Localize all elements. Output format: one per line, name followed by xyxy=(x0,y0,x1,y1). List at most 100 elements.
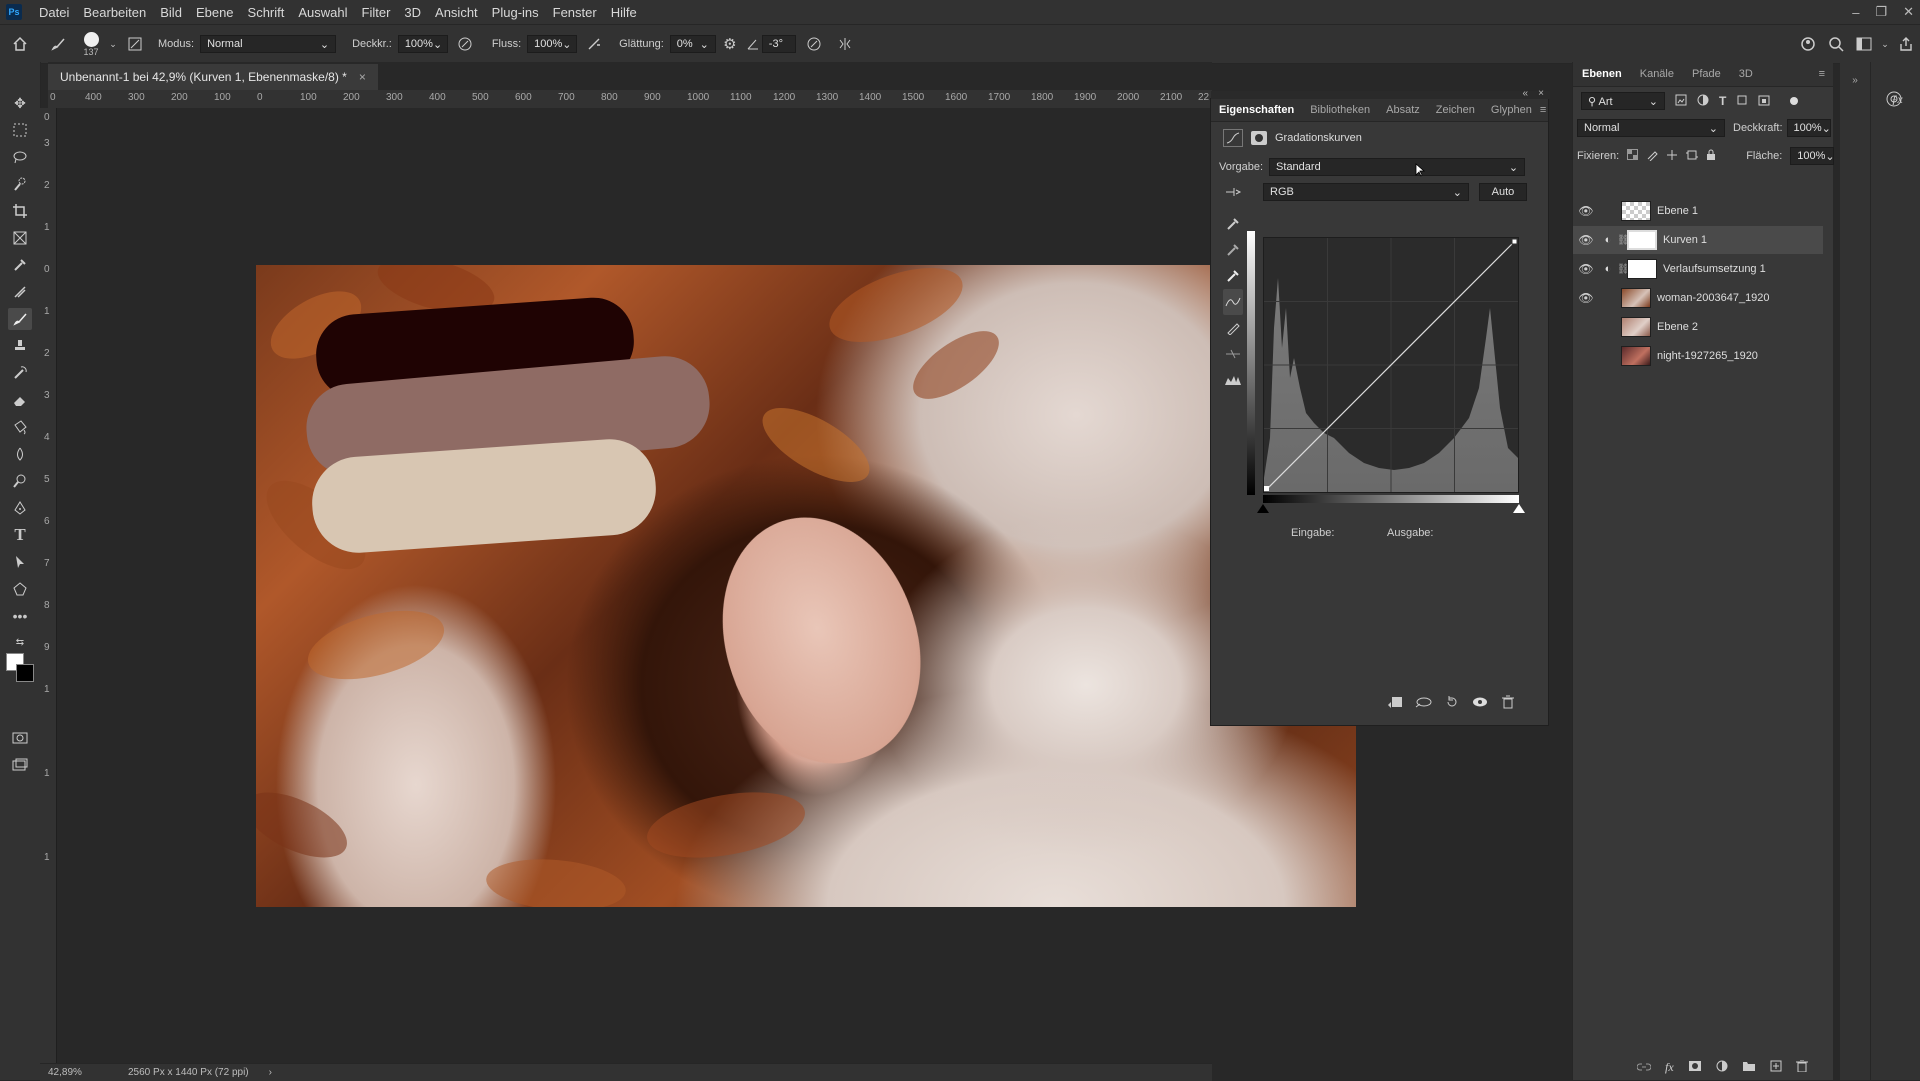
menu-datei[interactable]: Datei xyxy=(32,5,76,20)
channel-dropdown[interactable]: RGB ⌄ xyxy=(1263,183,1469,201)
visibility-toggle-empty[interactable]: · xyxy=(1573,349,1599,363)
type-tool-icon[interactable]: T xyxy=(8,524,32,546)
pressure-size-icon[interactable] xyxy=(796,36,832,52)
blur-tool-icon[interactable] xyxy=(8,443,32,465)
layer-opacity-field[interactable]: 100% ⌄ xyxy=(1786,119,1831,137)
cloud-docs-icon[interactable] xyxy=(1794,36,1822,52)
link-icon[interactable]: ⛓ xyxy=(1617,264,1630,275)
mode-dropdown[interactable]: Normal ⌄ xyxy=(200,35,337,53)
menu-plugins[interactable]: Plug-ins xyxy=(485,5,546,20)
layer-row-selected[interactable]: 👁 ◐ ⛓ Kurven 1 xyxy=(1573,226,1823,254)
menu-bearbeiten[interactable]: Bearbeiten xyxy=(76,5,153,20)
menu-bild[interactable]: Bild xyxy=(153,5,189,20)
layer-filter-dropdown[interactable]: ⚲ Art ⌄ xyxy=(1581,92,1665,110)
curves-graph[interactable] xyxy=(1263,237,1519,493)
lock-pixels-icon[interactable] xyxy=(1646,149,1658,164)
add-mask-icon[interactable] xyxy=(1688,1060,1702,1075)
menu-auswahl[interactable]: Auswahl xyxy=(291,5,354,20)
menu-3d[interactable]: 3D xyxy=(397,5,428,20)
white-point-eyedropper-icon[interactable] xyxy=(1223,263,1243,289)
gear-icon[interactable]: ⚙ xyxy=(716,35,744,53)
menu-ebene[interactable]: Ebene xyxy=(189,5,241,20)
delete-layer-icon[interactable] xyxy=(1795,1059,1808,1075)
black-slider-handle[interactable] xyxy=(1257,504,1269,513)
new-layer-icon[interactable] xyxy=(1770,1060,1782,1075)
pressure-opacity-icon[interactable] xyxy=(448,36,482,52)
menu-fenster[interactable]: Fenster xyxy=(546,5,604,20)
filter-toggle-icon[interactable] xyxy=(1790,97,1799,105)
edit-points-curve-icon[interactable] xyxy=(1223,289,1243,315)
crop-tool-icon[interactable] xyxy=(8,200,32,222)
layer-row[interactable]: · Ebene 2 xyxy=(1573,313,1823,341)
screen-mode-icon[interactable] xyxy=(8,754,32,776)
layer-name[interactable]: Ebene 1 xyxy=(1657,205,1698,217)
eraser-tool-icon[interactable] xyxy=(8,389,32,411)
layer-row[interactable]: 👁 woman-2003647_1920 xyxy=(1573,284,1823,312)
visibility-eye-icon[interactable] xyxy=(1471,695,1489,712)
close-panel-icon[interactable]: × xyxy=(1538,88,1544,99)
status-arrow-icon[interactable]: › xyxy=(269,1067,272,1078)
reset-icon[interactable] xyxy=(1445,695,1459,712)
brush-tool-icon[interactable] xyxy=(8,308,32,330)
zoom-value[interactable]: 42,89% xyxy=(48,1067,108,1078)
filter-pixel-icon[interactable] xyxy=(1675,94,1687,109)
link-layers-icon[interactable] xyxy=(1636,1061,1652,1075)
layer-row[interactable]: 👁 ◐ ⛓ Verlaufsumsetzung 1 xyxy=(1573,255,1823,283)
stamp-tool-icon[interactable] xyxy=(8,335,32,357)
close-window-button[interactable]: ✕ xyxy=(1903,4,1914,20)
collapse-panels-icon[interactable]: » xyxy=(1845,70,1865,90)
lock-transparency-icon[interactable] xyxy=(1627,149,1639,163)
pencil-draw-icon[interactable] xyxy=(1223,315,1243,341)
visibility-eye-icon[interactable]: 👁 xyxy=(1573,233,1599,247)
lock-position-icon[interactable] xyxy=(1666,149,1678,164)
white-slider-handle[interactable] xyxy=(1513,504,1525,513)
trash-icon[interactable] xyxy=(1501,695,1515,712)
airbrush-icon[interactable] xyxy=(577,36,611,52)
path-selection-tool-icon[interactable] xyxy=(8,551,32,573)
layer-name[interactable]: Verlaufsumsetzung 1 xyxy=(1663,263,1766,275)
layer-mask-thumbnail[interactable] xyxy=(1627,259,1657,279)
libraries-fx-icon[interactable]: ƒx xyxy=(1886,88,1908,110)
link-icon[interactable]: ⛓ xyxy=(1617,235,1630,246)
shape-tool-icon[interactable] xyxy=(8,578,32,600)
angle-field[interactable]: -3° xyxy=(761,35,796,53)
symmetry-icon[interactable] xyxy=(832,36,858,52)
pen-tool-icon[interactable] xyxy=(8,497,32,519)
tab-ebenen[interactable]: Ebenen xyxy=(1573,68,1631,80)
tab-3d[interactable]: 3D xyxy=(1730,68,1762,80)
smoothing-field[interactable]: 0% ⌄ xyxy=(669,35,716,53)
chevron-down-icon[interactable]: ⌄ xyxy=(106,39,120,50)
flow-field[interactable]: 100% ⌄ xyxy=(527,35,578,53)
layer-name[interactable]: Kurven 1 xyxy=(1663,234,1707,246)
minimize-button[interactable]: – xyxy=(1852,5,1859,20)
fill-field[interactable]: 100% ⌄ xyxy=(1790,147,1835,165)
layer-name[interactable]: Ebene 2 xyxy=(1657,321,1698,333)
tab-pfade[interactable]: Pfade xyxy=(1683,68,1730,80)
chevron-down-icon[interactable]: ⌄ xyxy=(1878,39,1892,50)
close-tab-icon[interactable]: × xyxy=(359,70,366,84)
layer-name[interactable]: night-1927265_1920 xyxy=(1657,350,1758,362)
panel-menu-icon[interactable]: ≡ xyxy=(1819,68,1833,80)
on-image-adjust-icon[interactable] xyxy=(1223,185,1243,199)
more-tools-icon[interactable]: ••• xyxy=(8,605,32,627)
tab-eigenschaften[interactable]: Eigenschaften xyxy=(1211,104,1302,116)
quick-selection-tool-icon[interactable] xyxy=(8,173,32,195)
move-tool-icon[interactable]: ✥ xyxy=(8,92,32,114)
visibility-eye-icon[interactable]: 👁 xyxy=(1573,204,1599,218)
swap-colors-icon[interactable]: ⇆ xyxy=(8,634,32,650)
search-icon[interactable] xyxy=(1822,36,1850,52)
tab-glyphen[interactable]: Glyphen xyxy=(1483,104,1540,116)
opacity-field[interactable]: 100% ⌄ xyxy=(397,35,448,53)
auto-button[interactable]: Auto xyxy=(1479,183,1527,201)
black-point-eyedropper-icon[interactable] xyxy=(1223,211,1243,237)
filter-adjustment-icon[interactable] xyxy=(1697,94,1709,109)
panel-drag-bar[interactable]: « × xyxy=(1211,88,1550,99)
dodge-tool-icon[interactable] xyxy=(8,470,32,492)
new-adjustment-layer-icon[interactable] xyxy=(1716,1060,1728,1075)
collapse-icon[interactable]: « xyxy=(1522,88,1528,99)
tab-absatz[interactable]: Absatz xyxy=(1378,104,1428,116)
panel-menu-icon[interactable]: ≡ xyxy=(1540,104,1554,116)
preset-dropdown[interactable]: Standard ⌄ xyxy=(1269,158,1526,176)
marquee-tool-icon[interactable] xyxy=(8,119,32,141)
lasso-tool-icon[interactable] xyxy=(8,146,32,168)
